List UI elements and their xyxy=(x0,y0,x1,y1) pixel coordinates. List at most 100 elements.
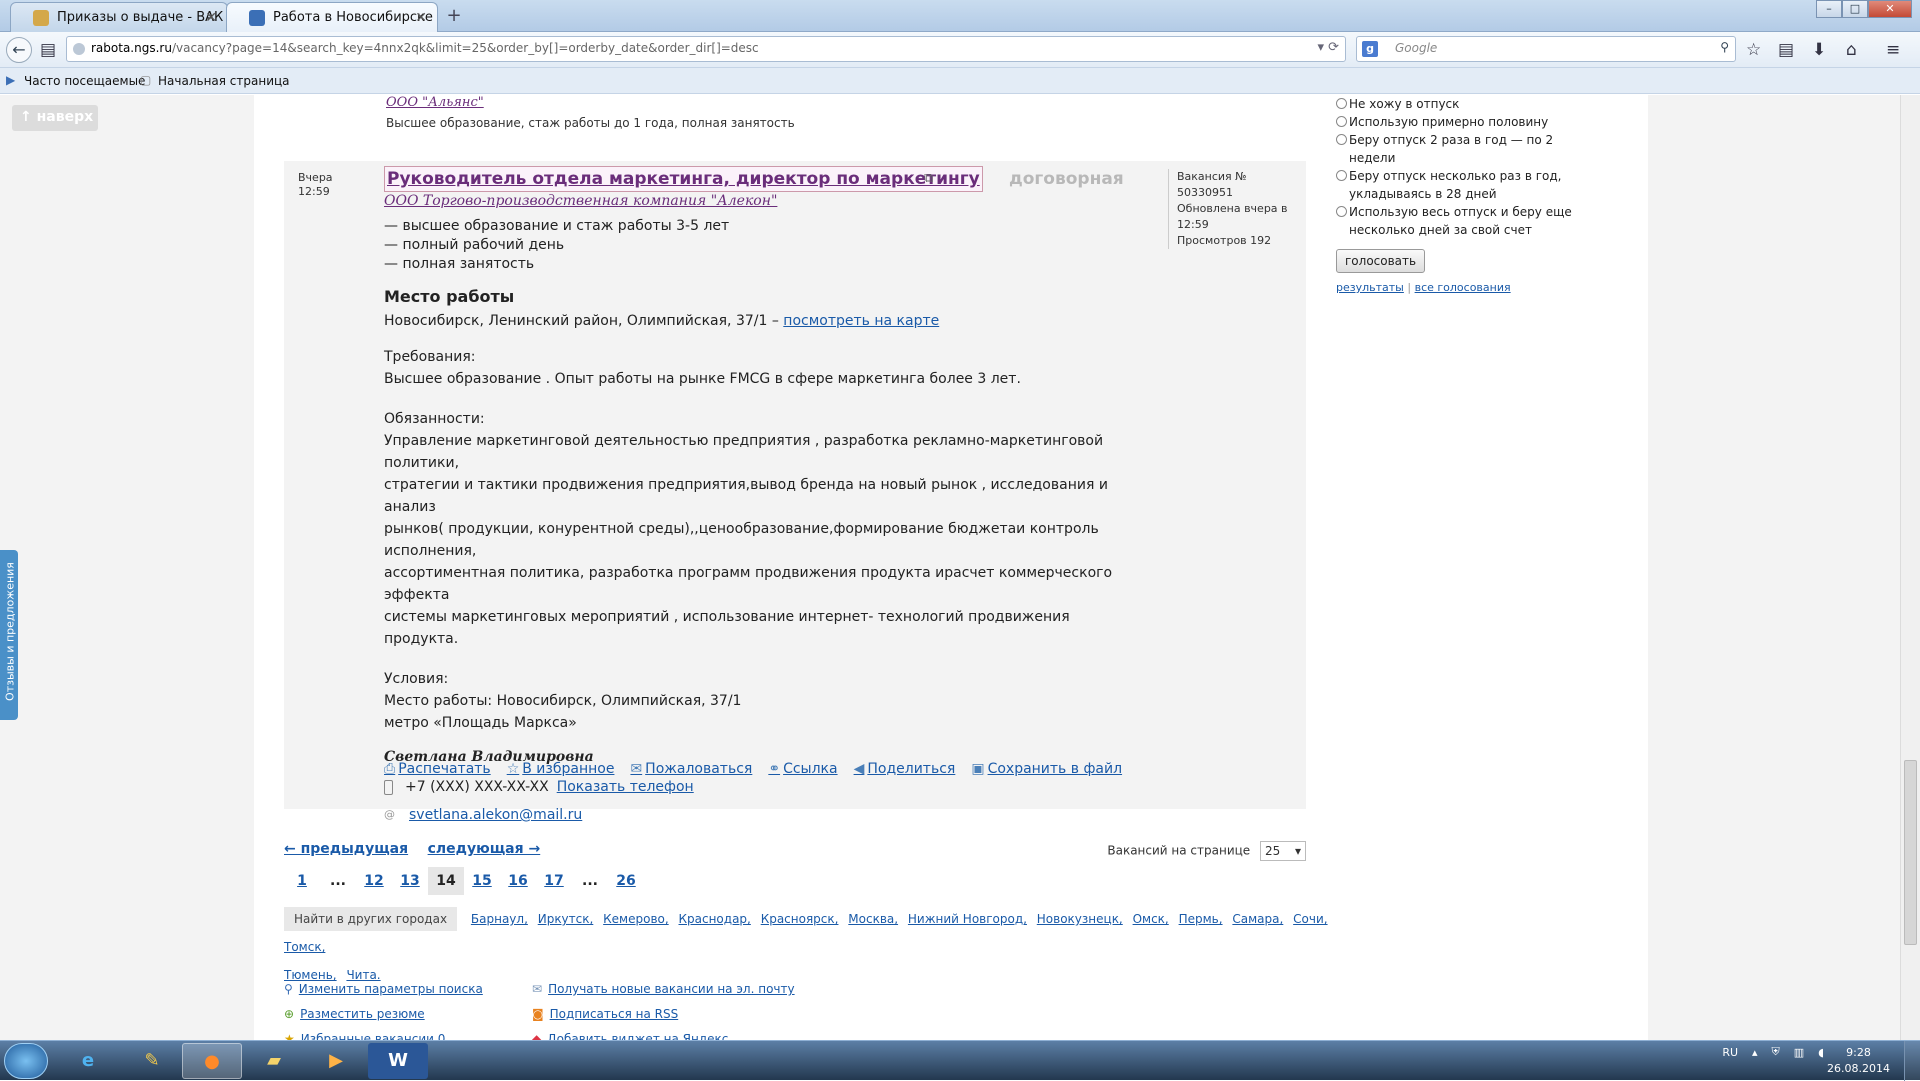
volume-icon[interactable]: ◖ xyxy=(1818,1046,1824,1059)
change-search-link[interactable]: Изменить параметры поиска xyxy=(299,982,483,996)
megaphone-icon: ◀ xyxy=(853,761,865,777)
internet-explorer-icon[interactable]: e xyxy=(58,1043,118,1079)
poll-option[interactable]: Не хожу в отпуск xyxy=(1336,95,1596,113)
minimize-button[interactable]: – xyxy=(1816,0,1842,18)
email-link[interactable]: svetlana.alekon@mail.ru xyxy=(409,804,582,826)
city-link[interactable]: Томск, xyxy=(284,940,325,954)
map-link[interactable]: посмотреть на карте xyxy=(783,313,939,329)
prev-vacancy-company-link[interactable]: ООО "Альянс" xyxy=(386,95,484,110)
downloads-icon[interactable]: ⬇ xyxy=(1812,40,1826,60)
favorite-link[interactable]: ☆ В избранное xyxy=(507,761,615,777)
radio-button[interactable] xyxy=(1336,134,1347,145)
show-desktop-button[interactable] xyxy=(1904,1041,1920,1081)
page-link[interactable]: 15 xyxy=(464,867,500,895)
bookmark-frequent[interactable]: Часто посещаемые xyxy=(24,74,145,88)
history-icon[interactable]: ▤ xyxy=(40,40,56,60)
reload-icon[interactable]: ▾ ⟳ xyxy=(1317,40,1339,55)
save-file-link[interactable]: ▣ Сохранить в файл xyxy=(971,761,1122,777)
scrollbar-thumb[interactable] xyxy=(1904,760,1917,945)
permalink-link[interactable]: ⚭ Ссылка xyxy=(768,761,837,777)
city-link[interactable]: Пермь, xyxy=(1179,912,1223,926)
radio-button[interactable] xyxy=(1336,170,1347,181)
feedback-tab[interactable]: Отзывы и предложения xyxy=(0,550,18,720)
poll-option[interactable]: Использую примерно половину xyxy=(1336,113,1596,131)
tray-expand-icon[interactable]: ▴ xyxy=(1752,1046,1758,1059)
bookmark-star-icon[interactable]: ☆ xyxy=(1746,40,1761,60)
poll-option[interactable]: Беру отпуск 2 раза в год — по 2 недели xyxy=(1336,131,1596,167)
city-link[interactable]: Кемерово, xyxy=(603,912,669,926)
maximize-button[interactable]: □ xyxy=(1842,0,1868,18)
page-link[interactable]: 13 xyxy=(392,867,428,895)
search-icon[interactable]: ⚲ xyxy=(1720,40,1729,54)
city-link[interactable]: Самара, xyxy=(1232,912,1283,926)
per-page-select[interactable]: 25 ▾ xyxy=(1260,841,1306,861)
bookmark-homepage[interactable]: Начальная страница xyxy=(158,74,290,88)
radio-button[interactable] xyxy=(1336,206,1347,217)
page-link[interactable]: 16 xyxy=(500,867,536,895)
share-link[interactable]: ◀ Поделиться xyxy=(854,761,956,777)
complain-link[interactable]: ✉ Пожаловаться xyxy=(630,761,752,777)
city-link[interactable]: Красноярск, xyxy=(761,912,839,926)
back-to-top-button[interactable]: ↑ наверх xyxy=(12,105,98,131)
start-button[interactable] xyxy=(4,1043,48,1079)
yandex-widget-link[interactable]: Добавить виджет на Яндекс xyxy=(547,1032,728,1040)
vacancy-card: Вчера 12:59 Руководитель отдела маркетин… xyxy=(284,161,1306,823)
url-bar[interactable]: rabota.ngs.ru/vacancy?page=14&search_key… xyxy=(66,36,1346,62)
language-indicator[interactable]: RU xyxy=(1722,1046,1738,1059)
show-phone-link[interactable]: Показать телефон xyxy=(557,776,694,798)
city-link[interactable]: Барнаул, xyxy=(471,912,528,926)
rss-link[interactable]: Подписаться на RSS xyxy=(550,1007,679,1021)
city-link[interactable]: Омск, xyxy=(1133,912,1169,926)
terms-label: Условия: xyxy=(384,671,449,687)
city-link[interactable]: Краснодар, xyxy=(679,912,751,926)
search-input[interactable]: g Google ⚲ xyxy=(1356,36,1736,62)
page-link[interactable]: 17 xyxy=(536,867,572,895)
city-link[interactable]: Иркутск, xyxy=(538,912,594,926)
poll-results-link[interactable]: результаты xyxy=(1336,281,1404,294)
media-player-icon[interactable]: ▶ xyxy=(306,1043,366,1079)
clock[interactable]: 9:28 26.08.2014 xyxy=(1827,1045,1890,1077)
next-page-link[interactable]: следующая → xyxy=(428,841,541,857)
poll-option[interactable]: Беру отпуск несколько раз в год, укладыв… xyxy=(1336,167,1596,203)
bookmarks-menu-icon[interactable]: ▤ xyxy=(1778,40,1794,60)
print-link[interactable]: ⎙ Распечатать xyxy=(384,761,491,777)
all-polls-link[interactable]: все голосования xyxy=(1415,281,1511,294)
page-link[interactable]: 26 xyxy=(608,867,644,895)
poll-option-label: Беру отпуск 2 раза в год — по 2 недели xyxy=(1349,133,1554,165)
photo-app-icon[interactable]: ✎ xyxy=(122,1043,182,1079)
security-icon[interactable]: ⛨ xyxy=(1772,1045,1780,1059)
explorer-folder-icon[interactable]: ▰ xyxy=(244,1043,304,1079)
prev-page-link[interactable]: ← предыдущая xyxy=(284,841,408,857)
vote-button[interactable]: голосовать xyxy=(1336,249,1426,273)
vacancy-title-link[interactable]: Руководитель отдела маркетинга, директор… xyxy=(384,166,983,192)
city-link[interactable]: Новокузнецк, xyxy=(1037,912,1123,926)
firefox-icon[interactable]: ● xyxy=(182,1043,242,1079)
menu-icon[interactable]: ≡ xyxy=(1886,40,1900,60)
back-arrow-icon: ← xyxy=(12,40,26,59)
page-link[interactable]: 1 xyxy=(284,867,320,895)
vacancy-company-link[interactable]: ООО Торгово-производственная компания "А… xyxy=(384,193,777,209)
poll-option[interactable]: Использую весь отпуск и беру еще несколь… xyxy=(1336,203,1596,239)
word-icon[interactable]: W xyxy=(368,1043,428,1079)
home-icon[interactable]: ⌂ xyxy=(1846,40,1857,60)
radio-button[interactable] xyxy=(1336,116,1347,127)
back-button[interactable]: ← xyxy=(6,37,32,63)
page-link[interactable]: 12 xyxy=(356,867,392,895)
tab-vak[interactable]: Приказы о выдаче - ВАК ✕ xyxy=(10,2,228,32)
radio-button[interactable] xyxy=(1336,98,1347,109)
city-link[interactable]: Москва, xyxy=(848,912,898,926)
open-new-window-icon[interactable]: ⧉ xyxy=(924,171,933,186)
close-window-button[interactable]: ✕ xyxy=(1868,0,1912,18)
star-icon: ★ xyxy=(284,1032,295,1040)
post-resume-link[interactable]: Разместить резюме xyxy=(300,1007,425,1021)
city-link[interactable]: Нижний Новгород, xyxy=(908,912,1027,926)
email-subscribe-link[interactable]: Получать новые вакансии на эл. почту xyxy=(548,982,795,996)
close-icon[interactable]: ✕ xyxy=(415,10,427,26)
tab-ngs-rabota[interactable]: Работа в Новосибирске ... ✕ xyxy=(226,2,438,33)
vertical-scrollbar[interactable] xyxy=(1900,95,1920,1040)
close-icon[interactable]: ✕ xyxy=(205,10,217,26)
network-icon[interactable]: ▥ xyxy=(1794,1046,1804,1059)
new-tab-button[interactable]: + xyxy=(442,5,466,27)
city-link[interactable]: Сочи, xyxy=(1293,912,1327,926)
favorite-vacancies-link[interactable]: Избранные вакансии 0 xyxy=(301,1032,446,1040)
